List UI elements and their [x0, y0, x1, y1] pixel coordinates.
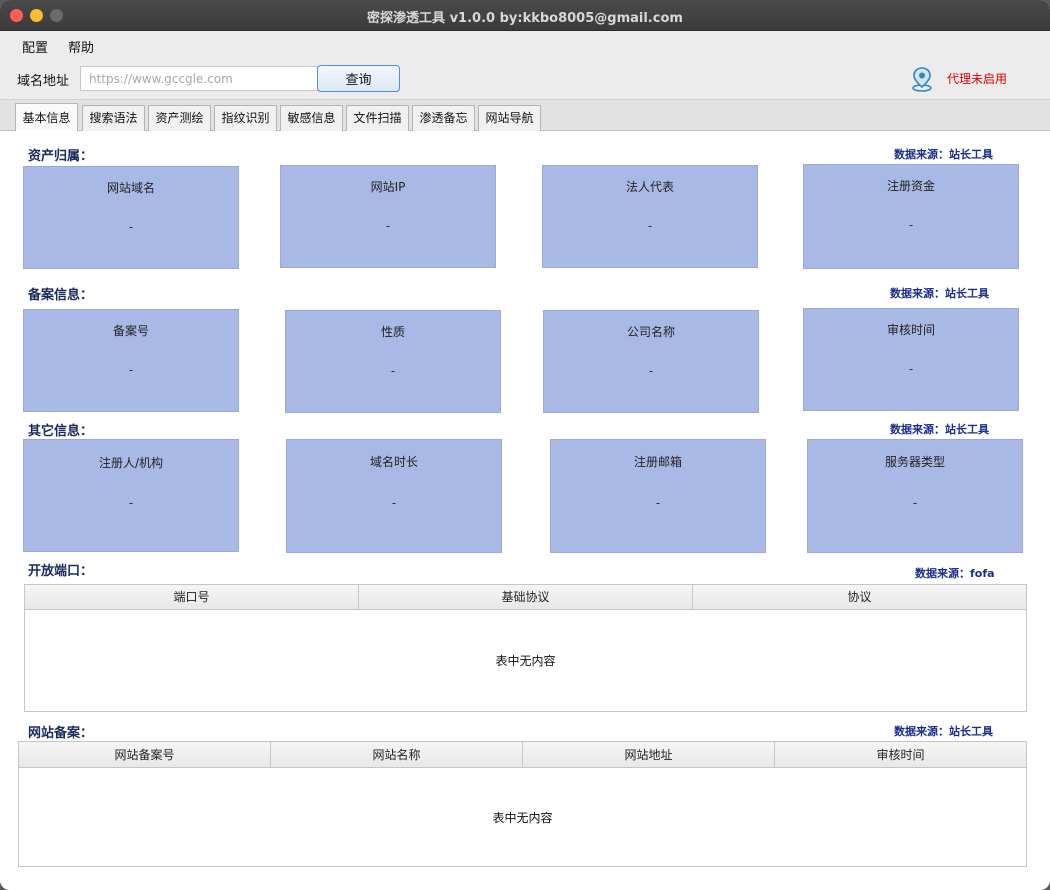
other-section-title: 其它信息：: [28, 424, 94, 439]
card-label: 服务器类型: [884, 455, 945, 469]
card-registered-capital: 注册资金 -: [803, 164, 1019, 269]
tab-file-scan[interactable]: 文件扫描: [346, 105, 409, 131]
tab-asset-mapping[interactable]: 资产测绘: [148, 105, 211, 131]
tab-basic-info[interactable]: 基本信息: [15, 103, 78, 132]
card-label: 法人代表: [625, 180, 674, 194]
icp-section-title: 备案信息：: [28, 288, 94, 303]
card-nature: 性质 -: [285, 310, 501, 413]
column-header-port[interactable]: 端口号: [25, 585, 359, 610]
card-value: -: [908, 218, 914, 232]
ports-section-title: 开放端口：: [28, 564, 94, 579]
card-company-name: 公司名称 -: [543, 310, 759, 413]
card-review-time: 审核时间 -: [803, 308, 1019, 411]
sites-table-header: 网站备案号 网站名称 网站地址 审核时间: [19, 742, 1026, 768]
sites-empty-message: 表中无内容: [492, 811, 553, 825]
card-value: -: [390, 364, 396, 378]
card-registrant: 注册人/机构 -: [23, 439, 239, 552]
card-label: 性质: [380, 325, 405, 339]
card-label: 注册邮箱: [633, 455, 682, 469]
card-label: 域名时长: [369, 455, 418, 469]
card-label: 审核时间: [886, 323, 935, 337]
ports-table[interactable]: 端口号 基础协议 协议 表中无内容: [24, 584, 1027, 712]
sites-section-title: 网站备案：: [28, 726, 94, 741]
proxy-status: 代理未启用: [947, 72, 1008, 86]
card-domain-age: 域名时长 -: [286, 439, 502, 553]
map-pin-icon[interactable]: [911, 66, 933, 92]
domain-input[interactable]: [80, 66, 318, 91]
card-value: -: [385, 219, 391, 233]
sites-table[interactable]: 网站备案号 网站名称 网站地址 审核时间 表中无内容: [18, 741, 1027, 867]
tab-site-nav[interactable]: 网站导航: [478, 105, 541, 131]
card-value: -: [128, 363, 134, 377]
card-label: 网站IP: [370, 180, 406, 194]
asset-section-title: 资产归属：: [28, 149, 94, 164]
card-value: -: [912, 496, 918, 510]
card-value: -: [648, 364, 654, 378]
card-label: 注册人/机构: [98, 456, 164, 470]
card-label: 公司名称: [626, 325, 675, 339]
card-value: -: [391, 496, 397, 510]
card-value: -: [647, 219, 653, 233]
query-button[interactable]: 查询: [317, 65, 400, 92]
icp-source: 数据来源：站长工具: [890, 287, 989, 300]
asset-source: 数据来源：站长工具: [894, 148, 993, 161]
card-label: 注册资金: [886, 179, 935, 193]
card-site-domain: 网站域名 -: [23, 166, 239, 269]
ports-table-header: 端口号 基础协议 协议: [25, 585, 1026, 610]
tab-pentest-memo[interactable]: 渗透备忘: [412, 105, 475, 131]
menu-help[interactable]: 帮助: [68, 37, 94, 56]
card-icp-number: 备案号 -: [23, 309, 239, 412]
ports-source: 数据来源：fofa: [915, 567, 995, 580]
card-label: 网站域名: [106, 181, 155, 195]
card-server-type: 服务器类型 -: [807, 439, 1023, 553]
card-value: -: [128, 220, 134, 234]
tab-search-syntax[interactable]: 搜索语法: [82, 105, 145, 131]
card-value: -: [908, 362, 914, 376]
menu-bar: 配置 帮助: [0, 31, 1050, 58]
card-label: 备案号: [112, 324, 149, 338]
card-value: -: [655, 496, 661, 510]
card-registrant-email: 注册邮箱 -: [550, 439, 766, 553]
other-source: 数据来源：站长工具: [890, 423, 989, 436]
card-legal-rep: 法人代表 -: [542, 165, 758, 268]
sites-source: 数据来源：站长工具: [894, 725, 993, 738]
tab-bar: 基本信息 搜索语法 资产测绘 指纹识别 敏感信息 文件扫描 渗透备忘 网站导航: [0, 99, 1050, 132]
card-value: -: [128, 496, 134, 510]
column-header-site-url[interactable]: 网站地址: [523, 742, 775, 768]
ports-empty-message: 表中无内容: [495, 654, 556, 668]
column-header-protocol[interactable]: 协议: [693, 585, 1026, 610]
menu-config[interactable]: 配置: [22, 37, 48, 56]
tab-sensitive-info[interactable]: 敏感信息: [280, 105, 343, 131]
app-window: 密探渗透工具 v1.0.0 by:kkbo8005@gmail.com 配置 帮…: [0, 0, 1050, 890]
column-header-site-icp[interactable]: 网站备案号: [19, 742, 271, 768]
tab-fingerprint[interactable]: 指纹识别: [214, 105, 277, 131]
column-header-base-protocol[interactable]: 基础协议: [359, 585, 693, 610]
window-title: 密探渗透工具 v1.0.0 by:kkbo8005@gmail.com: [367, 11, 683, 26]
card-site-ip: 网站IP -: [280, 165, 496, 268]
basic-info-panel: 资产归属： 数据来源：站长工具 网站域名 - 网站IP - 法人代表 - 注册资…: [0, 131, 1050, 890]
column-header-site-name[interactable]: 网站名称: [271, 742, 523, 768]
title-bar[interactable]: 密探渗透工具 v1.0.0 by:kkbo8005@gmail.com: [0, 0, 1050, 31]
column-header-review-time[interactable]: 审核时间: [775, 742, 1026, 768]
domain-label: 域名地址: [17, 74, 70, 89]
